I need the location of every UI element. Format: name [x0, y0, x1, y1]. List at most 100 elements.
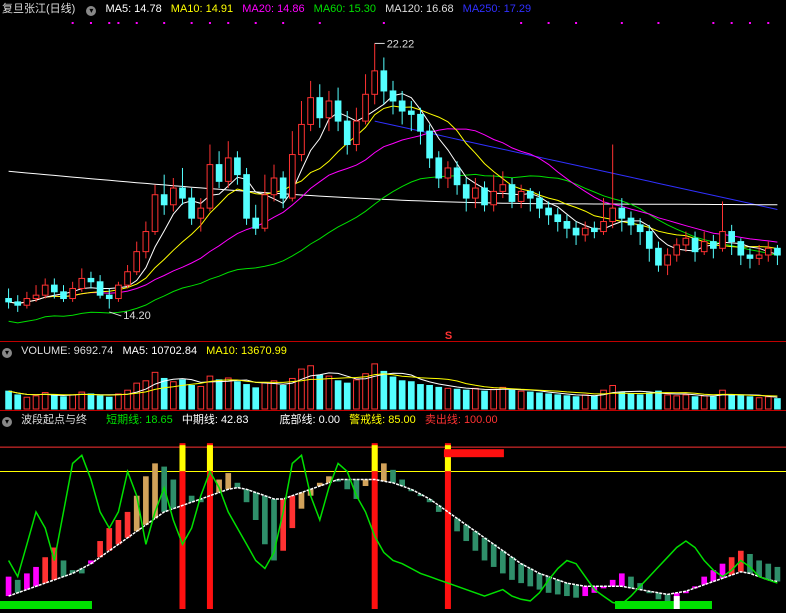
indicator-bar	[344, 479, 351, 490]
candle-down	[380, 70, 388, 92]
volume-bar-up	[755, 397, 763, 410]
indicator-bar	[518, 563, 524, 584]
ma5-label: MA5: 14.78	[105, 3, 162, 15]
candle-down	[343, 120, 351, 146]
sell-signal-mark: S	[445, 330, 452, 340]
indicator-bar	[124, 511, 131, 538]
volume-bar-up	[307, 365, 314, 410]
volume-bar-down	[279, 385, 287, 410]
candle-down	[508, 184, 516, 202]
signal-bar-top	[371, 445, 378, 472]
volume-bar-down	[554, 394, 562, 410]
signal-dot	[117, 22, 120, 24]
volume-bar-up	[673, 395, 681, 410]
candle-up	[69, 287, 76, 300]
candle-down	[51, 284, 58, 293]
volume-bar-up	[133, 382, 141, 410]
indicator-title[interactable]: 波段起点与终	[21, 414, 87, 426]
signal-dot	[730, 22, 733, 24]
ma10-label: MA10: 14.91	[170, 3, 234, 15]
volume-bar-up	[261, 382, 269, 410]
signal-bar-top	[444, 445, 451, 472]
ma20-label: MA20: 14.86	[242, 3, 305, 15]
candle-down	[105, 294, 113, 300]
candle-up	[288, 154, 296, 199]
candle-down	[563, 221, 571, 229]
candle-up	[362, 93, 369, 122]
indicator-bar	[536, 573, 543, 590]
indicator-bar	[527, 568, 534, 587]
indicator-bar	[481, 537, 488, 561]
candle-down	[426, 130, 433, 159]
candle-down	[407, 110, 415, 115]
candle-down	[737, 241, 745, 256]
chevron-down-icon[interactable]: ▾	[2, 348, 12, 358]
indicator-bar	[765, 563, 772, 580]
indicator-bar	[573, 584, 579, 598]
indicator-bar	[509, 557, 515, 580]
signal-dot	[767, 22, 770, 24]
volume-bar-up	[197, 385, 205, 410]
volume-bar-up	[581, 394, 589, 410]
volume-bar-down	[435, 386, 443, 410]
indicator-bar	[14, 579, 21, 593]
candle-down	[435, 157, 443, 179]
indicator-bar	[774, 566, 781, 582]
signal-dot	[520, 22, 523, 24]
candle-up	[700, 241, 708, 253]
volume-bar-down	[5, 390, 12, 410]
volume-bar-up	[499, 386, 507, 410]
indicator-bar	[252, 492, 259, 520]
volume-ma5-label: MA5: 10702.84	[122, 345, 198, 357]
candle-down	[160, 194, 168, 206]
candle-up	[142, 231, 150, 253]
candle-down	[215, 164, 223, 182]
signal-bar-top	[179, 445, 186, 472]
signal-dot	[620, 22, 623, 24]
volume-bar-up	[353, 379, 360, 410]
volume-bar-down	[87, 393, 95, 410]
candle-up	[682, 237, 690, 246]
volume-bar-up	[472, 387, 479, 410]
candle-down	[591, 227, 598, 233]
volume-bar-down	[462, 389, 470, 410]
indicator-bar	[628, 576, 634, 588]
candle-up	[517, 190, 525, 202]
volume-bar-down	[572, 396, 580, 410]
volume-bar-down	[645, 392, 653, 410]
buy-signal-bar	[673, 596, 680, 609]
bottom-zone-bar	[615, 601, 712, 609]
candle-down	[5, 298, 12, 303]
volume-bar-down	[417, 384, 424, 410]
volume-bar-down	[691, 396, 699, 410]
indicator-bar	[97, 541, 103, 558]
candle-up	[581, 227, 589, 236]
volume-bar-down	[591, 395, 598, 410]
indicator-bar	[609, 579, 616, 587]
volume-bar-up	[32, 395, 40, 410]
signal-dot	[163, 22, 166, 24]
volume-bar-up	[700, 395, 708, 410]
candle-down	[545, 207, 552, 216]
indicator-bar	[472, 531, 479, 551]
signal-dot	[657, 22, 660, 24]
indicator-bar	[362, 479, 369, 487]
candle-down	[655, 247, 662, 266]
signal-dot	[748, 22, 751, 24]
indicator-bar	[115, 520, 122, 545]
volume-bar-down	[252, 387, 260, 410]
candle-down	[710, 241, 717, 249]
indicator-bar	[390, 469, 396, 483]
chevron-down-icon[interactable]: ▾	[2, 417, 12, 427]
chevron-down-icon[interactable]: ▾	[86, 6, 97, 16]
candle-up	[23, 298, 31, 306]
candle-up	[371, 70, 379, 95]
indicator-chart[interactable]	[0, 411, 786, 613]
candle-up	[307, 97, 314, 125]
volume-bar-down	[627, 393, 635, 410]
price-chart[interactable]: 22.22 14.20 S	[0, 0, 786, 340]
stock-title[interactable]: 复旦张江(日线)	[2, 3, 75, 15]
candle-up	[609, 207, 617, 223]
indicator-bar	[564, 583, 570, 597]
candle-up	[151, 194, 159, 233]
